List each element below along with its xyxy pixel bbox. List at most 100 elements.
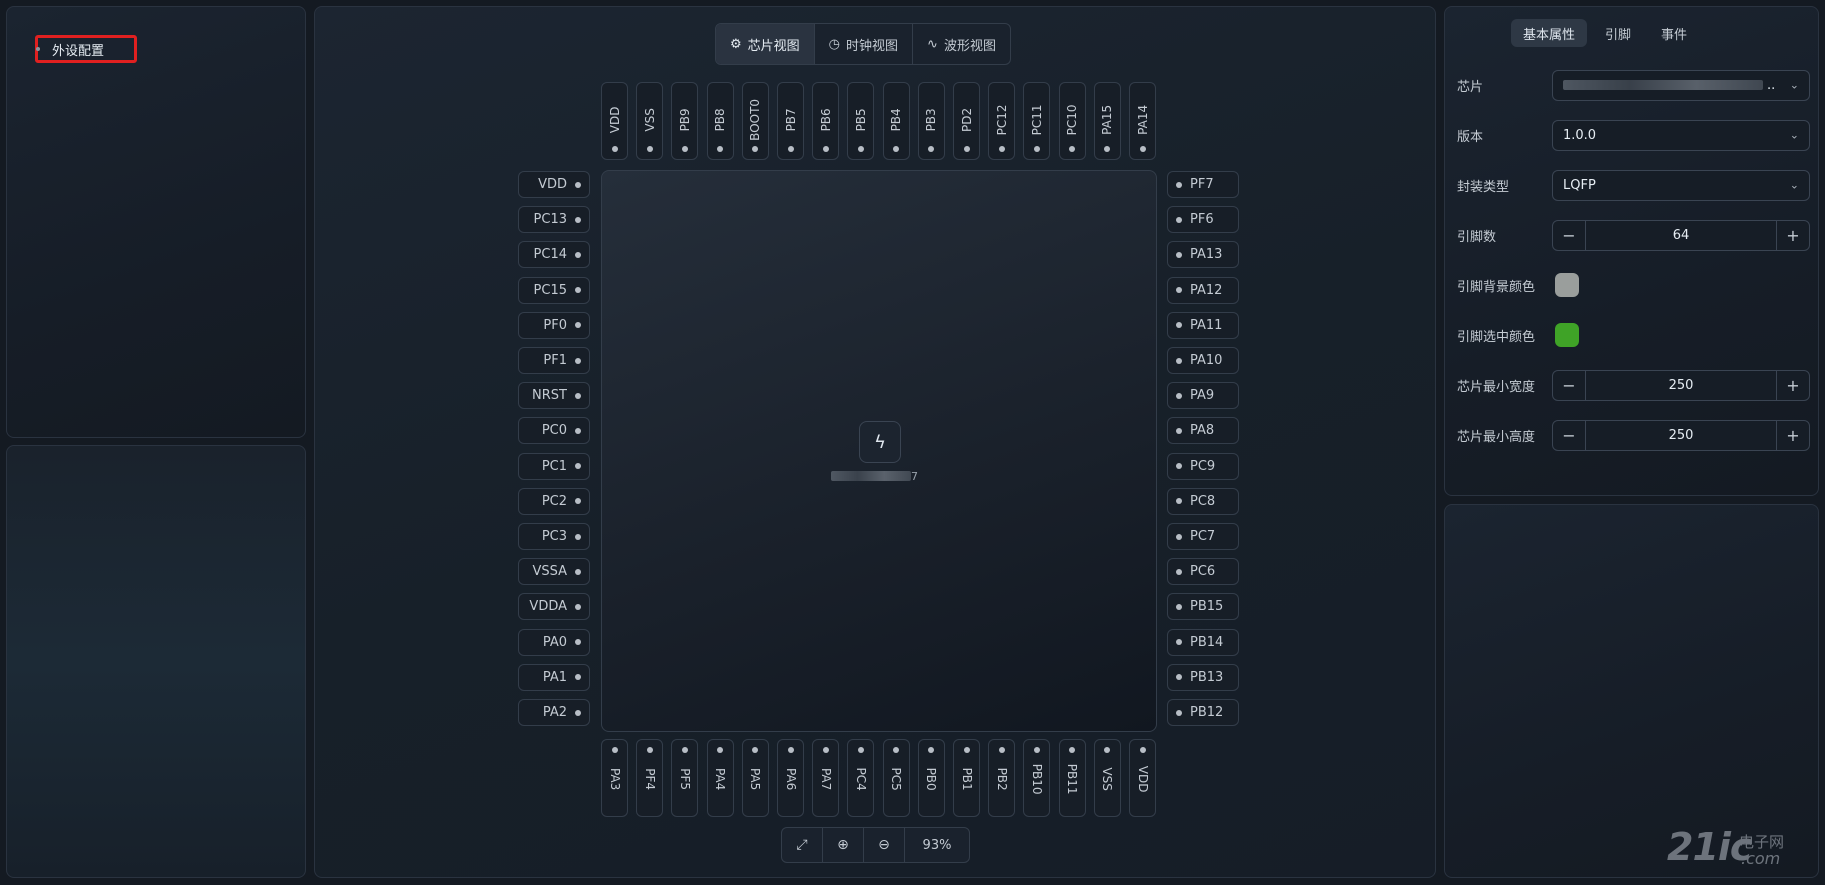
pin-right-pc9[interactable]: PC9 xyxy=(1167,452,1239,480)
pin-label: PC14 xyxy=(533,247,567,263)
tab-events[interactable]: 事件 xyxy=(1649,19,1699,47)
pin-dot-icon xyxy=(857,146,864,152)
pin-top-pc11[interactable]: PC11 xyxy=(1023,82,1051,160)
pin-bottom-pa7[interactable]: PA7 xyxy=(812,739,840,817)
pin-bottom-pa5[interactable]: PA5 xyxy=(741,739,769,817)
version-select[interactable]: 1.0.0 ⌄ xyxy=(1552,119,1810,151)
pin-top-pd2[interactable]: PD2 xyxy=(953,82,980,160)
pin-left-pf1[interactable]: PF1 xyxy=(518,347,590,374)
pin-left-pa0[interactable]: PA0 xyxy=(518,628,590,656)
min-height-input[interactable]: 250 xyxy=(1586,421,1776,450)
pin-left-pc1[interactable]: PC1 xyxy=(518,452,590,480)
package-select[interactable]: LQFP ⌄ xyxy=(1552,169,1810,201)
min-width-input[interactable]: 250 xyxy=(1586,371,1776,400)
pin-bottom-pc4[interactable]: PC4 xyxy=(847,739,875,817)
pin-bottom-pf4[interactable]: PF4 xyxy=(636,739,664,817)
pin-top-vdd[interactable]: VDD xyxy=(601,82,628,160)
pin-right-pb13[interactable]: PB13 xyxy=(1167,663,1239,691)
chip-select[interactable]: .. ⌄ xyxy=(1552,69,1810,101)
pin-top-pa14[interactable]: PA14 xyxy=(1129,82,1156,160)
pin-dot-icon xyxy=(1176,427,1182,434)
pin-left-pa2[interactable]: PA2 xyxy=(518,699,590,726)
pin-label: PF4 xyxy=(642,768,657,791)
pin-left-pc0[interactable]: PC0 xyxy=(518,417,590,445)
pin-left-vssa[interactable]: VSSA xyxy=(518,558,590,586)
pin-right-pf6[interactable]: PF6 xyxy=(1167,206,1239,234)
pin-dot-icon xyxy=(1104,747,1111,753)
pin-bottom-pa3[interactable]: PA3 xyxy=(601,739,628,817)
pin-top-vss[interactable]: VSS xyxy=(636,82,664,160)
pin-dot-icon xyxy=(1176,181,1182,188)
pin-top-pb8[interactable]: PB8 xyxy=(706,82,734,160)
tab-basic-properties[interactable]: 基本属性 xyxy=(1511,19,1588,47)
tab-clock-view[interactable]: ◷ 时钟视图 xyxy=(815,24,914,64)
increment-button[interactable]: + xyxy=(1776,220,1809,250)
pin-left-pc3[interactable]: PC3 xyxy=(518,523,590,550)
pin-top-pb7[interactable]: PB7 xyxy=(777,82,804,160)
pin-bottom-pb2[interactable]: PB2 xyxy=(988,739,1016,817)
tab-waveform-view[interactable]: ∿ 波形视图 xyxy=(913,24,1010,64)
pin-top-pb5[interactable]: PB5 xyxy=(847,82,875,160)
pin-left-vdd[interactable]: VDD xyxy=(518,171,590,198)
pin-right-pb12[interactable]: PB12 xyxy=(1167,699,1239,726)
pin-top-pb6[interactable]: PB6 xyxy=(812,82,840,160)
pin-top-pc12[interactable]: PC12 xyxy=(988,82,1016,160)
pin-top-pc10[interactable]: PC10 xyxy=(1058,82,1086,160)
zoom-out-button[interactable]: ⊖ xyxy=(864,828,905,862)
pin-left-pc2[interactable]: PC2 xyxy=(518,487,590,515)
increment-button[interactable]: + xyxy=(1776,370,1809,400)
pin-dot-icon xyxy=(575,674,581,681)
pin-top-boot0[interactable]: BOOT0 xyxy=(741,82,769,160)
pin-left-pa1[interactable]: PA1 xyxy=(518,663,590,691)
pin-left-pc13[interactable]: PC13 xyxy=(518,206,590,234)
pin-select-color-swatch[interactable] xyxy=(1555,323,1579,347)
pin-right-pf7[interactable]: PF7 xyxy=(1167,171,1239,198)
pin-left-vdda[interactable]: VDDA xyxy=(518,593,590,621)
chevron-down-icon: ⌄ xyxy=(1789,178,1799,192)
tab-chip-view[interactable]: ⚙ 芯片视图 xyxy=(716,24,815,64)
pin-right-pa11[interactable]: PA11 xyxy=(1167,311,1239,339)
pin-bottom-pa6[interactable]: PA6 xyxy=(777,739,804,817)
fit-screen-button[interactable]: ⤢ xyxy=(782,828,823,862)
pin-bottom-pf5[interactable]: PF5 xyxy=(671,739,699,817)
tree-item-peripheral-config[interactable]: 外设配置 xyxy=(35,35,137,63)
pin-right-pa9[interactable]: PA9 xyxy=(1167,382,1239,410)
pin-right-pc7[interactable]: PC7 xyxy=(1167,523,1239,550)
zoom-in-button[interactable]: ⊕ xyxy=(823,828,864,862)
pin-bottom-pb0[interactable]: PB0 xyxy=(917,739,945,817)
pin-top-pb3[interactable]: PB3 xyxy=(917,82,945,160)
decrement-button[interactable]: − xyxy=(1553,370,1586,400)
pin-right-pc8[interactable]: PC8 xyxy=(1167,487,1239,515)
pin-left-pc14[interactable]: PC14 xyxy=(518,241,590,269)
pin-bottom-pc5[interactable]: PC5 xyxy=(882,739,910,817)
pin-bottom-vdd[interactable]: VDD xyxy=(1129,739,1156,817)
pin-right-pc6[interactable]: PC6 xyxy=(1167,558,1239,586)
properties-tabs: 基本属性 引脚 事件 xyxy=(1511,19,1699,47)
pin-right-pa12[interactable]: PA12 xyxy=(1167,276,1239,304)
pin-label: PC11 xyxy=(1029,104,1044,136)
decrement-button[interactable]: − xyxy=(1553,220,1586,250)
pin-bottom-pb1[interactable]: PB1 xyxy=(953,739,980,817)
decrement-button[interactable]: − xyxy=(1553,420,1586,450)
tab-pins[interactable]: 引脚 xyxy=(1593,19,1643,47)
increment-button[interactable]: + xyxy=(1776,420,1809,450)
pin-bg-color-swatch[interactable] xyxy=(1555,273,1579,297)
pin-right-pa10[interactable]: PA10 xyxy=(1167,347,1239,374)
pin-left-pc15[interactable]: PC15 xyxy=(518,276,590,304)
pin-top-pb4[interactable]: PB4 xyxy=(882,82,910,160)
pin-dot-icon xyxy=(857,747,864,753)
pin-top-pa15[interactable]: PA15 xyxy=(1093,82,1121,160)
pin-right-pa13[interactable]: PA13 xyxy=(1167,241,1239,269)
pin-left-nrst[interactable]: NRST xyxy=(518,382,590,410)
pin-dot-icon xyxy=(1139,146,1146,152)
pin-bottom-pa4[interactable]: PA4 xyxy=(706,739,734,817)
pin-right-pa8[interactable]: PA8 xyxy=(1167,417,1239,445)
pin-top-pb9[interactable]: PB9 xyxy=(671,82,699,160)
pin-left-pf0[interactable]: PF0 xyxy=(518,311,590,339)
pin-bottom-pb11[interactable]: PB11 xyxy=(1058,739,1086,817)
pin-bottom-pb10[interactable]: PB10 xyxy=(1023,739,1051,817)
pin-count-input[interactable]: 64 xyxy=(1586,221,1776,250)
pin-right-pb15[interactable]: PB15 xyxy=(1167,593,1239,621)
pin-right-pb14[interactable]: PB14 xyxy=(1167,628,1239,656)
pin-bottom-vss[interactable]: VSS xyxy=(1093,739,1121,817)
